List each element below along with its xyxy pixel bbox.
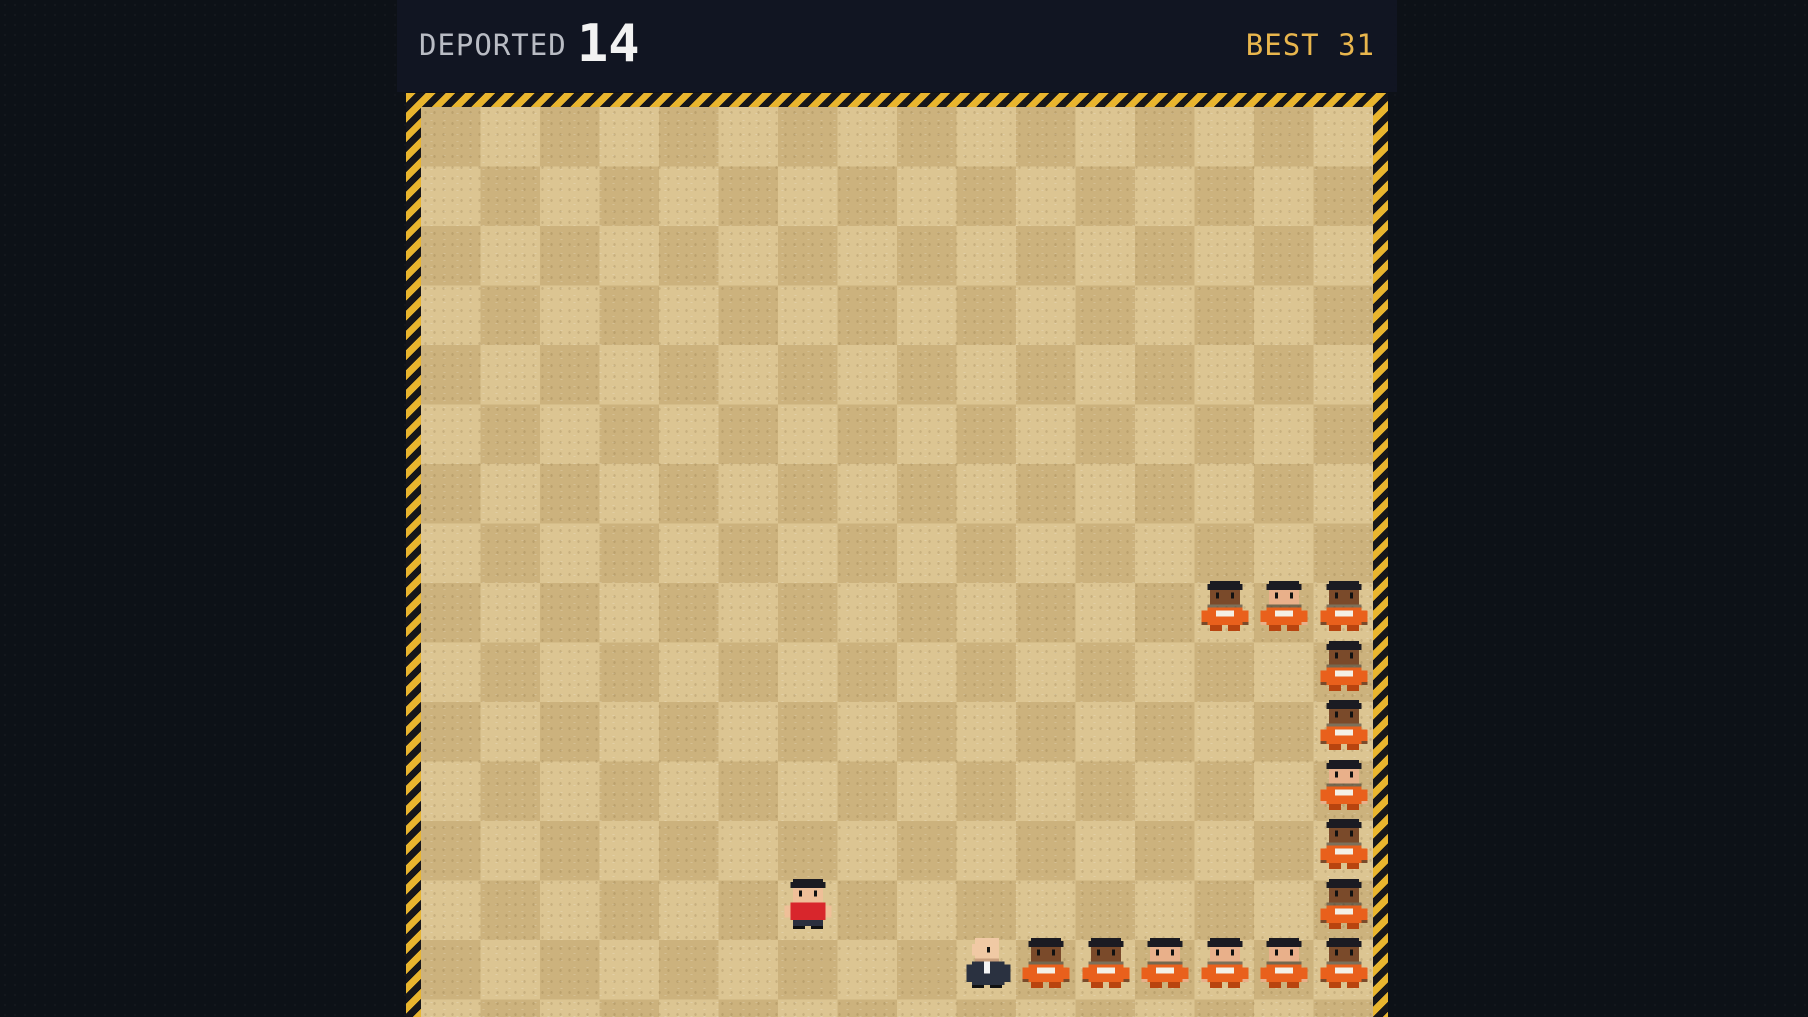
best-score: BEST 31 — [1245, 28, 1375, 62]
prisoner-sprite — [1317, 813, 1371, 875]
prisoner-sprite — [1317, 694, 1371, 756]
prisoner-sprite — [1257, 932, 1311, 994]
prisoner-sprite — [1198, 575, 1252, 637]
game-board[interactable] — [421, 107, 1373, 1017]
prisoner-sprite — [1317, 932, 1371, 994]
prisoner-sprite — [1317, 754, 1371, 816]
score-bar: DEPORTED 14 BEST 31 — [397, 0, 1397, 92]
prisoner-sprite — [1079, 932, 1133, 994]
deported-label: DEPORTED — [419, 28, 567, 62]
prisoner-sprite — [1317, 873, 1371, 935]
ice-agent-sprite — [960, 932, 1014, 994]
prisoner-sprite — [1138, 932, 1192, 994]
deported-count: 14 — [577, 14, 640, 74]
prisoner-sprite — [1317, 635, 1371, 697]
prisoner-sprite — [1019, 932, 1073, 994]
player-red-shirt-sprite — [781, 873, 835, 935]
prisoner-sprite — [1257, 575, 1311, 637]
prisoner-sprite — [1317, 575, 1371, 637]
prisoner-sprite — [1198, 932, 1252, 994]
